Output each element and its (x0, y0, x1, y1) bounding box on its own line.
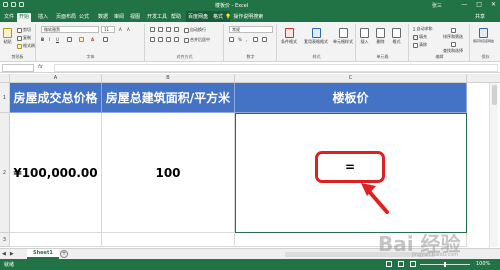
prev-sheet-icon[interactable]: ◀ (2, 251, 6, 257)
page-break-view-icon[interactable] (410, 261, 416, 267)
view-buttons (386, 261, 416, 267)
baidu-watermark-url: jingyan.baidu.com (412, 252, 459, 258)
normal-view-icon[interactable] (386, 261, 392, 267)
add-sheet-button[interactable]: + (60, 250, 68, 258)
zoom-level[interactable]: 100% (476, 261, 490, 267)
status-ready: 就绪 (4, 262, 15, 268)
sheet-tab-sheet1[interactable]: Sheet1 (27, 249, 59, 259)
next-sheet-icon[interactable]: ▶ (10, 251, 14, 257)
page-layout-view-icon[interactable] (398, 261, 404, 267)
sheet-nav-arrows: ◀ ▶ (2, 251, 14, 257)
status-bar: 就绪 100% (0, 259, 500, 270)
excel-window: 楼板价 - Excel 张三 — □ ✕ 文件 开始 插入 页面布局 公式 数据… (0, 0, 500, 270)
zoom-slider-knob[interactable] (444, 262, 446, 267)
